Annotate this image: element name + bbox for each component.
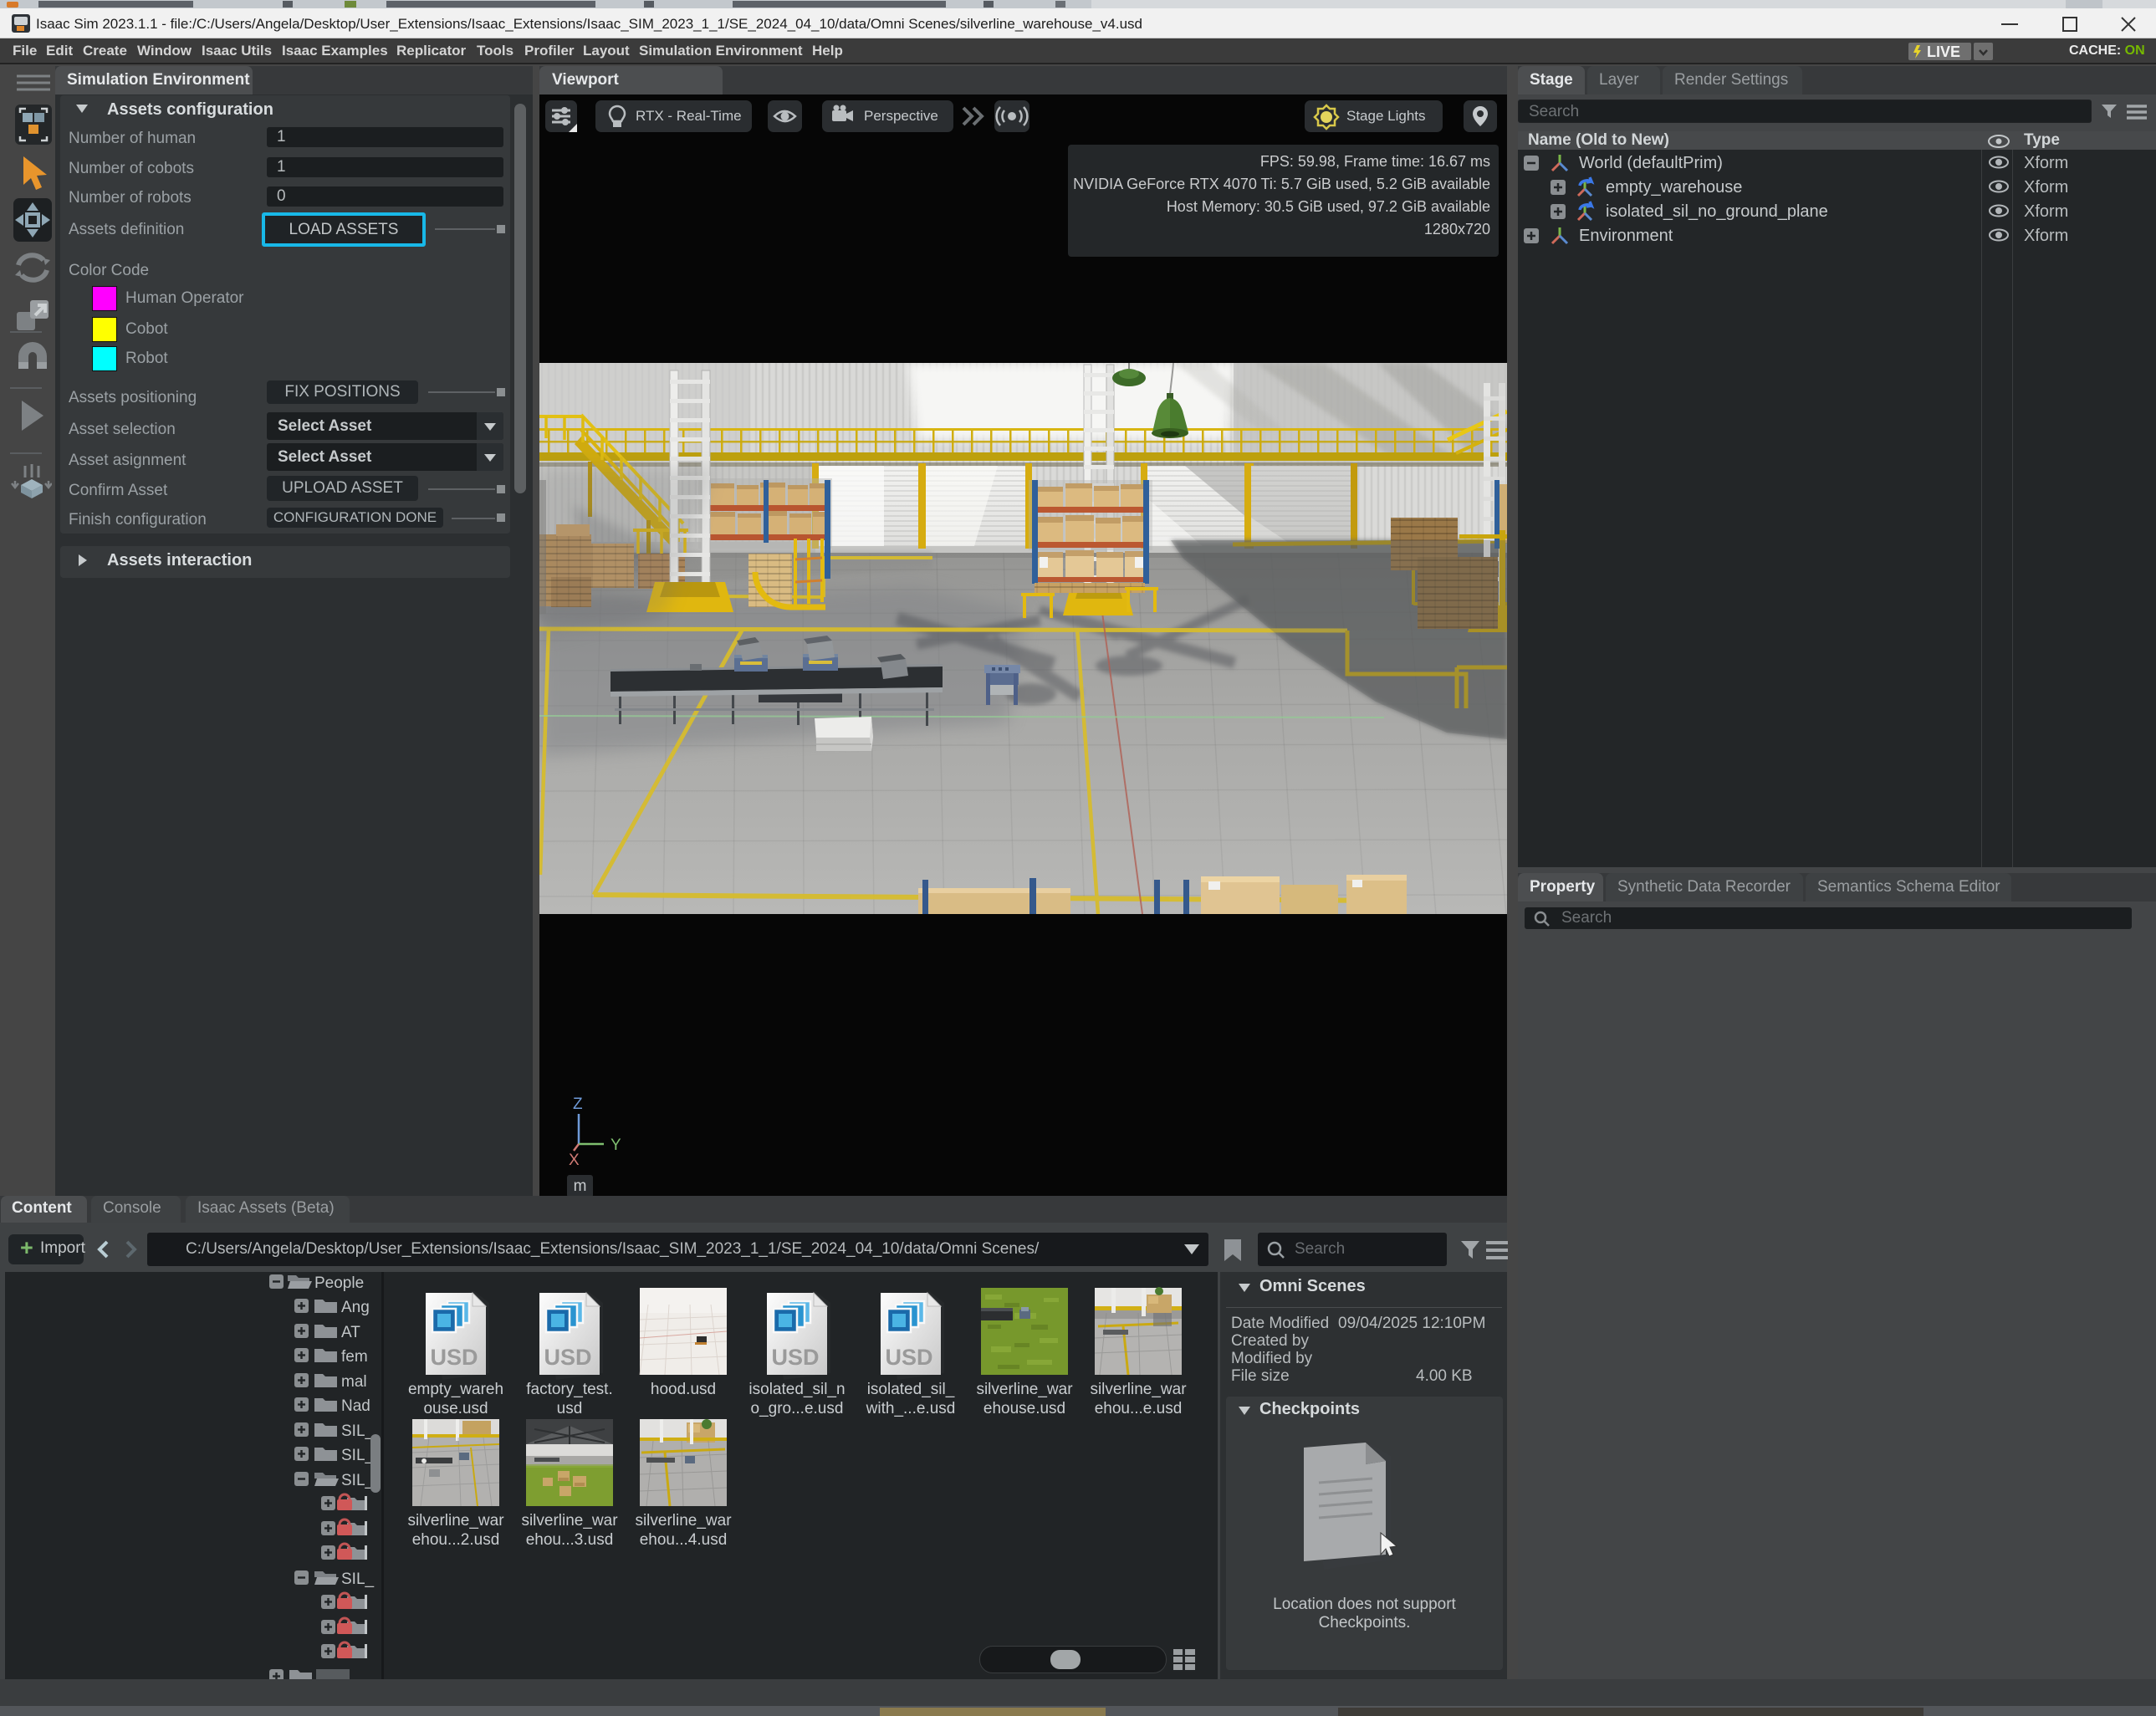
svg-text:mal: mal (341, 1373, 367, 1391)
svg-text:AT: AT (341, 1324, 360, 1341)
svg-text:SIL_: SIL_ (341, 1422, 375, 1440)
svg-text:Ang: Ang (341, 1299, 370, 1316)
svg-text:X: X (569, 1152, 580, 1169)
svg-text:SIL_: SIL_ (341, 1447, 375, 1464)
svg-text:People: People (314, 1274, 364, 1292)
svg-text:Nad: Nad (341, 1397, 370, 1415)
svg-text:SIL_: SIL_ (341, 1472, 375, 1489)
svg-text:SIL_: SIL_ (341, 1570, 375, 1588)
svg-text:fem: fem (341, 1348, 368, 1366)
svg-text:Z: Z (573, 1095, 583, 1113)
svg-text:Y: Y (611, 1136, 621, 1154)
svg-text:LIVE: LIVE (1927, 43, 1960, 60)
